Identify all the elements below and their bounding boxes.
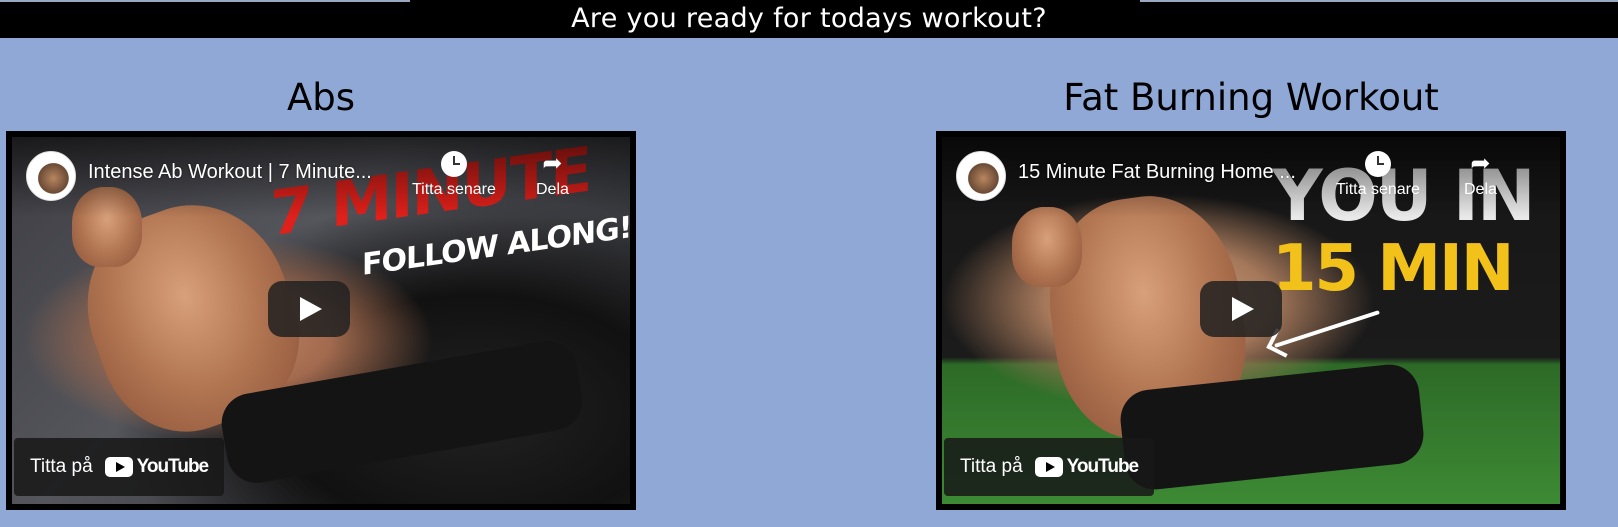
youtube-wordmark: YouTube <box>1066 456 1139 477</box>
watch-on-youtube-button[interactable]: Titta på YouTube <box>944 438 1155 496</box>
clock-icon <box>440 151 467 177</box>
share-button[interactable]: ➦ Dela <box>536 151 569 199</box>
video-player-abs[interactable]: 7 MINUTE FOLLOW ALONG! Intense Ab Workou… <box>6 131 636 510</box>
youtube-play-mark <box>104 457 133 477</box>
channel-avatar[interactable] <box>26 151 76 201</box>
thumbnail-head <box>1012 207 1082 287</box>
video-title[interactable]: Intense Ab Workout | 7 Minute... <box>88 161 372 184</box>
watch-later-button[interactable]: Titta senare <box>1336 151 1420 199</box>
section-heading-abs: Abs <box>286 76 356 119</box>
watch-later-button[interactable]: Titta senare <box>412 151 496 199</box>
section-heading-fat-burning: Fat Burning Workout <box>1063 76 1439 119</box>
share-icon: ➦ <box>542 150 563 177</box>
page-title: Are you ready for todays workout? <box>571 3 1047 34</box>
share-label: Dela <box>1464 181 1497 198</box>
youtube-logo-icon: YouTube <box>1034 456 1139 478</box>
watch-later-label: Titta senare <box>412 181 496 198</box>
page-header: Are you ready for todays workout? <box>0 0 1618 38</box>
play-icon[interactable] <box>1200 281 1282 337</box>
header-divider <box>0 0 410 2</box>
arrow-icon <box>1274 310 1380 348</box>
thumbnail-text: 15 MIN <box>1272 232 1514 306</box>
youtube-wordmark: YouTube <box>136 456 209 477</box>
video-title[interactable]: 15 Minute Fat Burning Home ... <box>1018 161 1296 184</box>
share-button[interactable]: ➦ Dela <box>1464 151 1497 199</box>
play-icon[interactable] <box>268 281 350 337</box>
watch-on-youtube-button[interactable]: Titta på YouTube <box>14 438 225 496</box>
youtube-logo-icon: YouTube <box>104 456 209 478</box>
clock-icon <box>1364 151 1391 177</box>
youtube-play-mark <box>1034 457 1063 477</box>
header-divider <box>1140 0 1618 2</box>
watch-on-label: Titta på <box>30 456 93 477</box>
video-player-fat-burning[interactable]: YOU IN 15 MIN 15 Minute Fat Burning Home… <box>936 131 1566 510</box>
watch-later-label: Titta senare <box>1336 181 1420 198</box>
channel-avatar[interactable] <box>956 151 1006 201</box>
share-label: Dela <box>536 181 569 198</box>
share-icon: ➦ <box>1470 150 1491 177</box>
watch-on-label: Titta på <box>960 456 1023 477</box>
